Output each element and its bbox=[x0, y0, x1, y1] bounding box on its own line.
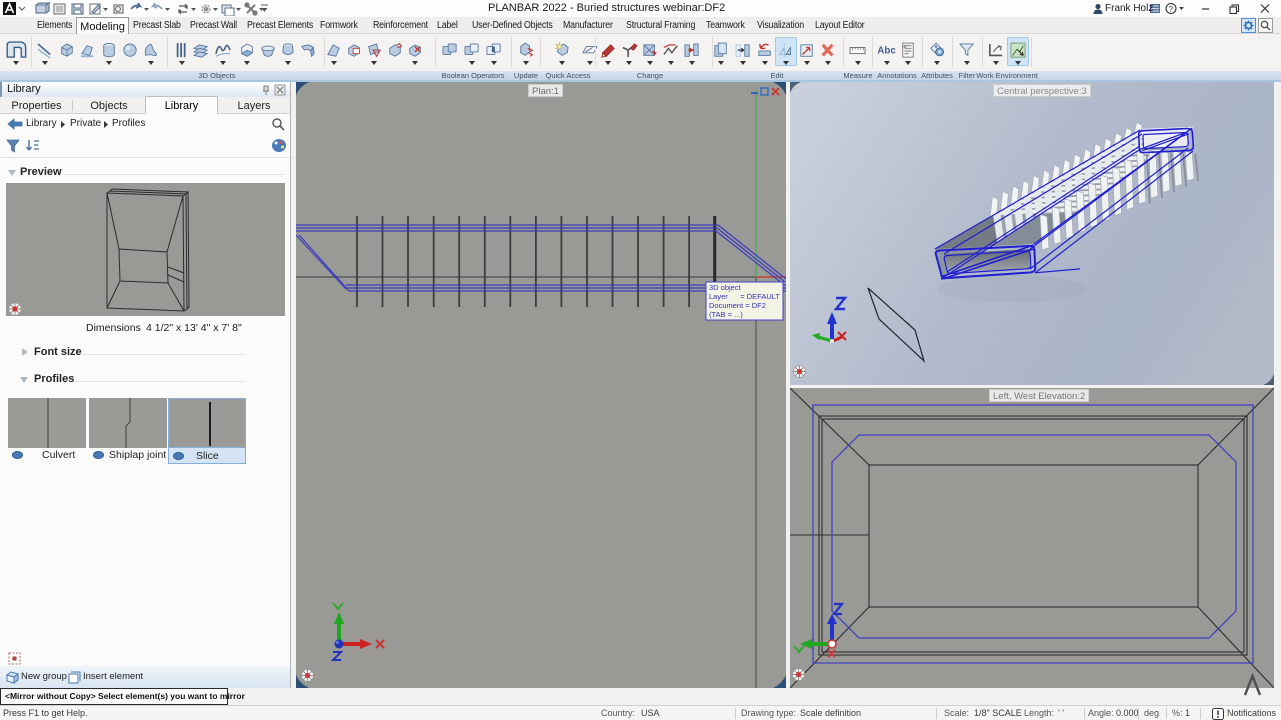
svg-text:(TAB = ...): (TAB = ...) bbox=[709, 310, 743, 319]
svg-text:?: ? bbox=[1169, 5, 1174, 14]
svg-text:Layer = DEFAULT: Layer = DEFAULT bbox=[709, 292, 780, 301]
svg-text:Abc: Abc bbox=[877, 46, 896, 57]
svg-text:3D object: 3D object bbox=[709, 283, 742, 292]
svg-text:Document = DF2: Document = DF2 bbox=[709, 301, 766, 310]
